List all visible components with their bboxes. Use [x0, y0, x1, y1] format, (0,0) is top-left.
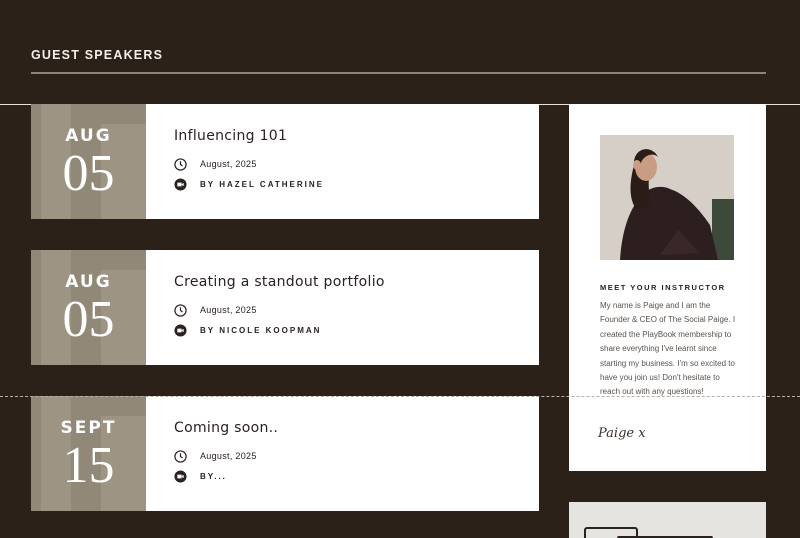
event-month: SEPT	[60, 418, 117, 438]
section-title: GUEST SPEAKERS	[31, 48, 164, 62]
date-block: SEPT 15	[31, 396, 146, 511]
clock-icon	[174, 303, 187, 317]
event-card-influencing-101[interactable]: AUG 05 Influencing 101 August, 2025 BY H…	[31, 104, 539, 219]
event-day: 05	[62, 145, 115, 202]
event-speaker: BY HAZEL CATHERINE	[200, 179, 325, 189]
event-date: August, 2025	[200, 451, 257, 461]
event-card-standout-portfolio[interactable]: AUG 05 Creating a standout portfolio Aug…	[31, 250, 539, 365]
event-day: 05	[62, 291, 115, 348]
event-title[interactable]: Coming soon..	[174, 420, 278, 436]
header-divider	[31, 72, 766, 74]
instructor-photo	[600, 135, 734, 260]
event-title[interactable]: Creating a standout portfolio	[174, 274, 385, 290]
playbook-preview-card[interactable]	[569, 502, 766, 538]
event-date: August, 2025	[200, 159, 257, 169]
event-speaker: BY...	[200, 471, 227, 481]
date-block: AUG 05	[31, 104, 146, 219]
video-camera-icon	[174, 469, 187, 483]
event-card-coming-soon[interactable]: SEPT 15 Coming soon.. August, 2025 BY...	[31, 396, 539, 511]
guide-line	[0, 396, 800, 397]
date-block: AUG 05	[31, 250, 146, 365]
event-month: AUG	[65, 272, 112, 292]
instructor-heading: MEET YOUR INSTRUCTOR	[600, 283, 726, 292]
event-month: AUG	[65, 126, 112, 146]
instructor-signature: Paige x	[598, 426, 646, 441]
instructor-card: MEET YOUR INSTRUCTOR My name is Paige an…	[569, 104, 766, 471]
event-title[interactable]: Influencing 101	[174, 128, 324, 144]
instructor-bio: My name is Paige and I am the Founder & …	[600, 301, 736, 397]
clock-icon	[174, 157, 187, 171]
event-speaker: BY NICOLE KOOPMAN	[200, 325, 322, 335]
clock-icon	[174, 449, 187, 463]
video-camera-icon	[174, 323, 187, 337]
video-camera-icon	[174, 177, 187, 191]
event-day: 15	[62, 437, 115, 494]
event-date: August, 2025	[200, 305, 257, 315]
